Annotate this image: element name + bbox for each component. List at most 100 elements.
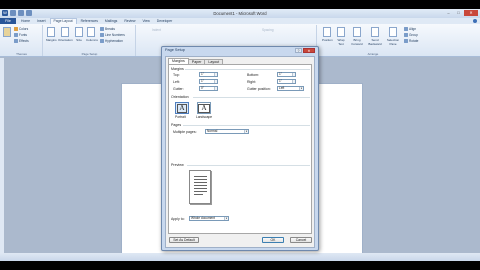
arrange-group: Position Wrap Text Bring Forward Send Ba…: [318, 25, 478, 56]
multiple-pages-select[interactable]: Normal ▾: [205, 129, 249, 134]
help-icon[interactable]: [473, 19, 477, 23]
rotate-button[interactable]: Rotate: [404, 39, 418, 43]
landscape-label: Landscape: [196, 115, 213, 119]
preview-section-label: Preview: [171, 163, 184, 167]
title-bar: W Document1 - Microsoft Word – □ ✕: [0, 9, 480, 18]
apply-to-select[interactable]: Whole document ▾: [189, 216, 229, 221]
left-margin-input[interactable]: 1": [199, 79, 218, 84]
close-button[interactable]: ✕: [464, 10, 478, 16]
gutter-position-select[interactable]: Left ▾: [277, 86, 304, 91]
maximize-button[interactable]: □: [454, 10, 463, 16]
indent-label: Indent: [152, 28, 161, 32]
orientation-divider: [193, 97, 310, 98]
page-preview: [189, 170, 211, 204]
landscape-icon: A: [198, 103, 210, 113]
minimize-button[interactable]: –: [444, 10, 453, 16]
themes-group-label: Themes: [16, 52, 27, 56]
group-icon: [404, 33, 408, 37]
set-as-default-button[interactable]: Set As Default: [169, 237, 199, 243]
cancel-button[interactable]: Cancel: [290, 237, 312, 243]
line-numbers-button[interactable]: Line Numbers: [100, 33, 125, 37]
page-setup-dialog: Page Setup ? ✕ Margins Paper Layout Margin…: [161, 46, 319, 251]
bottom-label: Bottom:: [247, 73, 260, 77]
bring-forward-button[interactable]: Bring Forward: [350, 27, 364, 46]
spacing-label: Spacing: [262, 28, 274, 32]
chevron-down-icon: ▾: [244, 130, 248, 133]
right-label: Right:: [247, 80, 257, 84]
status-bar: [0, 253, 480, 261]
landscape-option[interactable]: A: [197, 102, 211, 114]
position-icon: [323, 27, 331, 37]
hyphenation-button[interactable]: Hyphenation: [100, 39, 123, 43]
dialog-title: Page Setup: [165, 48, 185, 52]
wrap-text-button[interactable]: Wrap Text: [336, 27, 346, 46]
columns-button[interactable]: Columns: [86, 27, 98, 42]
fonts-icon: [14, 33, 18, 37]
top-label: Top:: [173, 73, 180, 77]
themes-group: Colors Fonts Effects Themes: [1, 25, 43, 56]
gutter-input[interactable]: 0": [199, 86, 218, 91]
page-setup-group: Margins Orientation Size Columns Breaks …: [44, 25, 136, 56]
ok-button[interactable]: OK: [262, 237, 284, 243]
effects-icon: [14, 39, 18, 43]
margins-panel: Margins Top: 1" Bottom: 1" Left: 1" Righ…: [168, 64, 312, 234]
effects-button[interactable]: Effects: [14, 39, 29, 43]
left-spin-arrows[interactable]: [214, 80, 217, 83]
dialog-body: Margins Paper Layout Margins Top: 1" Botto…: [165, 56, 315, 248]
send-backward-button[interactable]: Send Backward: [368, 27, 382, 46]
word-window: W Document1 - Microsoft Word – □ ✕ File …: [0, 9, 480, 261]
group-button[interactable]: Group: [404, 33, 418, 37]
dialog-close-button[interactable]: ✕: [303, 48, 315, 53]
portrait-option[interactable]: A: [175, 102, 189, 114]
align-icon: [404, 27, 408, 31]
margins-icon: [47, 27, 55, 37]
position-button[interactable]: Position: [322, 27, 333, 42]
breaks-icon: [100, 27, 104, 31]
selection-pane-icon: [389, 27, 397, 37]
pages-divider: [183, 125, 310, 126]
gutter-label: Gutter:: [173, 87, 184, 91]
rotate-icon: [404, 39, 408, 43]
hyphenation-icon: [100, 39, 104, 43]
portrait-label: Portrait: [175, 115, 186, 119]
top-margin-input[interactable]: 1": [199, 72, 218, 77]
page-setup-group-label: Page Setup: [81, 52, 98, 56]
colors-button[interactable]: Colors: [14, 27, 28, 31]
left-label: Left:: [173, 80, 180, 84]
multiple-pages-label: Multiple pages:: [173, 130, 197, 134]
themes-icon: [3, 27, 11, 37]
apply-to-label: Apply to:: [171, 217, 185, 221]
pages-section-label: Pages: [171, 123, 182, 127]
wrap-text-icon: [337, 27, 345, 37]
send-backward-icon: [371, 27, 379, 37]
orientation-icon: [61, 27, 69, 37]
gutter-position-label: Gutter position:: [247, 87, 271, 91]
themes-button[interactable]: [2, 27, 12, 38]
fonts-button[interactable]: Fonts: [14, 33, 27, 37]
bottom-spin-arrows[interactable]: [292, 73, 295, 76]
arrange-group-label: Arrange: [367, 52, 379, 56]
align-button[interactable]: Align: [404, 27, 416, 31]
portrait-icon: A: [177, 103, 187, 113]
orientation-section-label: Orientation: [171, 95, 189, 99]
colors-icon: [14, 27, 18, 31]
orientation-button[interactable]: Orientation: [58, 27, 73, 42]
margins-button[interactable]: Margins: [46, 27, 57, 42]
preview-divider: [187, 165, 310, 166]
size-button[interactable]: Size: [74, 27, 84, 42]
selection-pane-button[interactable]: Selection Pane: [386, 27, 400, 46]
chevron-down-icon: ▾: [224, 217, 228, 220]
top-spin-arrows[interactable]: [214, 73, 217, 76]
line-numbers-icon: [100, 33, 104, 37]
right-spin-arrows[interactable]: [292, 80, 295, 83]
breaks-button[interactable]: Breaks: [100, 27, 115, 31]
chevron-down-icon: ▾: [299, 87, 303, 90]
bring-forward-icon: [353, 27, 361, 37]
bottom-margin-input[interactable]: 1": [277, 72, 296, 77]
right-margin-input[interactable]: 1": [277, 79, 296, 84]
gutter-spin-arrows[interactable]: [214, 87, 217, 90]
window-title: Document1 - Microsoft Word: [213, 11, 267, 16]
vertical-ruler: [0, 58, 4, 253]
dialog-help-button[interactable]: ?: [295, 48, 302, 53]
size-icon: [75, 27, 83, 37]
